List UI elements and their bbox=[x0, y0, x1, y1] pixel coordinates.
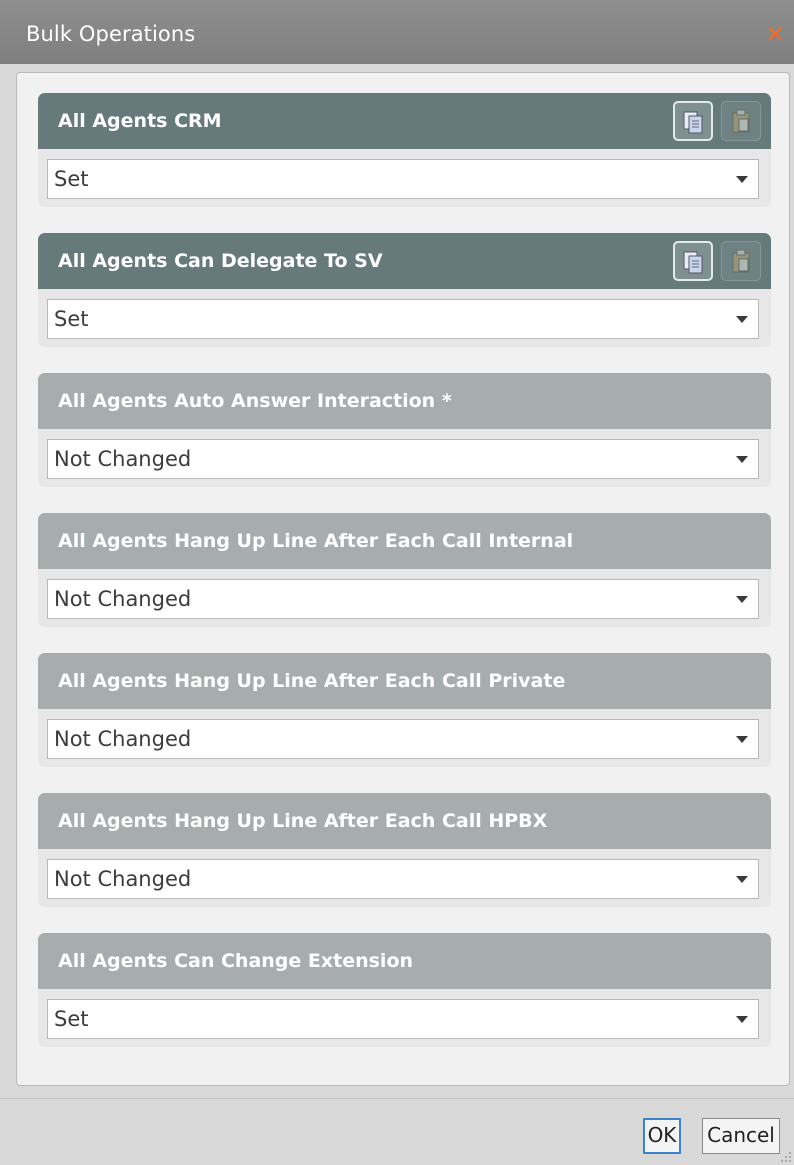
select-value: Set bbox=[54, 307, 89, 331]
select-value: Not Changed bbox=[54, 587, 192, 611]
select-value: Not Changed bbox=[54, 867, 192, 891]
copy-button[interactable] bbox=[673, 241, 713, 281]
chevron-down-icon bbox=[736, 316, 748, 323]
title-bar[interactable]: Bulk Operations × bbox=[0, 0, 794, 64]
resize-grip-icon[interactable] bbox=[780, 1151, 792, 1163]
paste-icon bbox=[732, 109, 750, 133]
change-extension-select[interactable]: Set bbox=[47, 999, 759, 1039]
close-icon[interactable]: × bbox=[762, 20, 788, 46]
chevron-down-icon bbox=[736, 456, 748, 463]
group-header: All Agents Hang Up Line After Each Call … bbox=[38, 793, 771, 849]
group-label: All Agents Can Change Extension bbox=[58, 950, 414, 972]
group-hang-up-private: All Agents Hang Up Line After Each Call … bbox=[38, 653, 771, 767]
group-header: All Agents CRM bbox=[38, 93, 771, 149]
select-value: Not Changed bbox=[54, 727, 192, 751]
select-value: Set bbox=[54, 1007, 89, 1031]
select-value: Set bbox=[54, 167, 89, 191]
group-hang-up-internal: All Agents Hang Up Line After Each Call … bbox=[38, 513, 771, 627]
paste-button[interactable] bbox=[721, 101, 761, 141]
copy-icon bbox=[683, 111, 703, 134]
group-label: All Agents CRM bbox=[58, 110, 222, 132]
group-hang-up-hpbx: All Agents Hang Up Line After Each Call … bbox=[38, 793, 771, 907]
group-label: All Agents Can Delegate To SV bbox=[58, 250, 383, 272]
group-can-change-extension: All Agents Can Change Extension Set bbox=[38, 933, 771, 1047]
group-header: All Agents Auto Answer Interaction * bbox=[38, 373, 771, 429]
group-label: All Agents Hang Up Line After Each Call … bbox=[58, 530, 574, 552]
chevron-down-icon bbox=[736, 736, 748, 743]
group-label: All Agents Auto Answer Interaction * bbox=[58, 390, 452, 412]
group-auto-answer-interaction: All Agents Auto Answer Interaction * Not… bbox=[38, 373, 771, 487]
delegate-to-sv-select[interactable]: Set bbox=[47, 299, 759, 339]
group-all-agents-crm: All Agents CRM Set bbox=[38, 93, 771, 207]
hang-up-internal-select[interactable]: Not Changed bbox=[47, 579, 759, 619]
chevron-down-icon bbox=[736, 596, 748, 603]
select-value: Not Changed bbox=[54, 447, 192, 471]
settings-panel: All Agents CRM Set All Agents Can Delega… bbox=[16, 72, 790, 1086]
group-header: All Agents Can Delegate To SV bbox=[38, 233, 771, 289]
group-all-agents-can-delegate-to-sv: All Agents Can Delegate To SV Set bbox=[38, 233, 771, 347]
chevron-down-icon bbox=[736, 876, 748, 883]
paste-icon bbox=[732, 249, 750, 273]
hang-up-hpbx-select[interactable]: Not Changed bbox=[47, 859, 759, 899]
window-title: Bulk Operations bbox=[26, 22, 196, 46]
copy-button[interactable] bbox=[673, 101, 713, 141]
cancel-button[interactable]: Cancel bbox=[702, 1118, 780, 1154]
dialog-footer: OK Cancel bbox=[0, 1098, 794, 1165]
paste-button[interactable] bbox=[721, 241, 761, 281]
chevron-down-icon bbox=[736, 176, 748, 183]
chevron-down-icon bbox=[736, 1016, 748, 1023]
ok-button[interactable]: OK bbox=[643, 1118, 681, 1154]
crm-select[interactable]: Set bbox=[47, 159, 759, 199]
auto-answer-select[interactable]: Not Changed bbox=[47, 439, 759, 479]
copy-icon bbox=[683, 251, 703, 274]
group-label: All Agents Hang Up Line After Each Call … bbox=[58, 670, 566, 692]
group-header: All Agents Hang Up Line After Each Call … bbox=[38, 653, 771, 709]
group-header: All Agents Hang Up Line After Each Call … bbox=[38, 513, 771, 569]
hang-up-private-select[interactable]: Not Changed bbox=[47, 719, 759, 759]
group-label: All Agents Hang Up Line After Each Call … bbox=[58, 810, 548, 832]
bulk-operations-dialog: Bulk Operations × All Agents CRM Set All… bbox=[0, 0, 794, 1165]
group-header: All Agents Can Change Extension bbox=[38, 933, 771, 989]
